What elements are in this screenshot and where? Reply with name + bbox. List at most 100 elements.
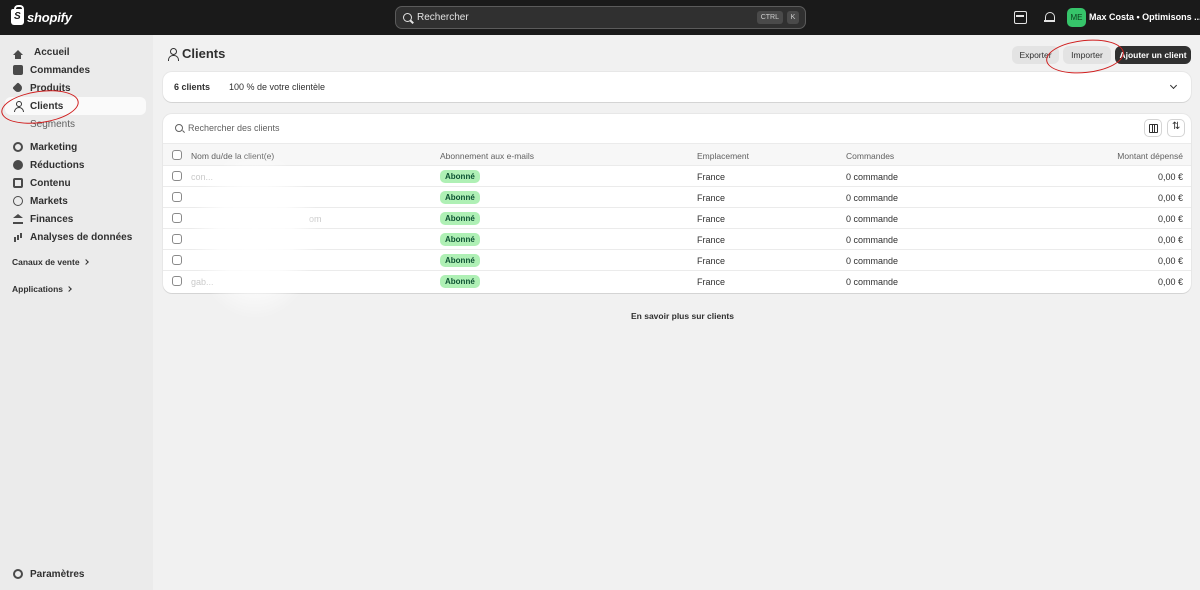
table-header: Nom du/de la client(e) Abonnement aux e-… — [163, 143, 1191, 166]
table-row[interactable]: gab... Abonné France 0 commande 0,00 € — [163, 271, 1191, 292]
customer-count: 6 clients — [174, 82, 211, 92]
add-customer-button[interactable]: Ajouter un client — [1115, 46, 1191, 64]
row-checkbox[interactable] — [172, 171, 182, 181]
customer-spent: 0,00 € — [1157, 235, 1183, 245]
table-row[interactable]: Abonné France 0 commande 0,00 € — [163, 229, 1191, 250]
customer-spent: 0,00 € — [1157, 277, 1183, 287]
status-badge: Abonné — [440, 254, 480, 267]
sidebar-item-label: Clients — [30, 100, 64, 112]
sidebar-item-finances[interactable]: Finances — [5, 210, 146, 228]
sidebar-item-label: Analyses de données — [30, 231, 133, 243]
store-icon[interactable] — [1014, 11, 1027, 24]
status-badge: Abonné — [440, 233, 480, 246]
sidebar-item-segments[interactable]: Segments — [5, 115, 146, 133]
store-name[interactable]: Max Costa • Optimisons ... — [1089, 12, 1200, 22]
bell-icon[interactable] — [1043, 11, 1056, 24]
customer-orders: 0 commande — [846, 256, 899, 266]
logo-text: shopify — [27, 9, 72, 25]
sales-channels-link[interactable]: Canaux de vente — [12, 257, 89, 267]
sidebar-item-label: Accueil — [34, 46, 70, 58]
page-title: Clients — [182, 46, 226, 61]
customer-percentage: 100 % de votre clientèle — [229, 82, 326, 92]
column-header-orders[interactable]: Commandes — [846, 151, 894, 161]
chevron-right-icon — [66, 286, 72, 292]
customer-orders: 0 commande — [846, 214, 899, 224]
search-icon — [175, 124, 183, 132]
status-badge: Abonné — [440, 212, 480, 225]
sort-icon[interactable] — [1167, 119, 1185, 137]
global-search-input[interactable]: Rechercher CTRL K — [395, 6, 806, 29]
column-header-location[interactable]: Emplacement — [697, 151, 749, 161]
content-icon — [13, 178, 23, 188]
sidebar-item-label: Contenu — [30, 177, 71, 189]
chevron-down-icon[interactable] — [1164, 77, 1184, 97]
status-badge: Abonné — [440, 170, 480, 183]
table-row[interactable]: om Abonné France 0 commande 0,00 € — [163, 208, 1191, 229]
customer-name[interactable]: gab... — [191, 277, 214, 287]
columns-icon[interactable] — [1144, 119, 1162, 137]
customer-orders: 0 commande — [846, 277, 899, 287]
gear-icon — [13, 569, 23, 579]
sidebar-item-commandes[interactable]: Commandes — [5, 61, 146, 79]
home-icon — [13, 49, 23, 59]
sidebar-item-marketing[interactable]: Marketing — [5, 138, 146, 156]
sidebar-item-label: Commandes — [30, 64, 91, 76]
import-button[interactable]: Importer — [1063, 46, 1111, 64]
customer-spent: 0,00 € — [1157, 193, 1183, 203]
sidebar-item-contenu[interactable]: Contenu — [5, 174, 146, 192]
tag-icon — [12, 82, 24, 94]
column-header-spent[interactable]: Montant dépensé — [1117, 151, 1183, 161]
shortcut-ctrl: CTRL — [756, 11, 783, 24]
sidebar-item-label: Finances — [30, 213, 74, 225]
sidebar-item-label: Marketing — [30, 141, 78, 153]
person-icon — [168, 47, 179, 61]
page-header: Clients — [168, 46, 225, 61]
sidebar-item-clients[interactable]: Clients — [5, 97, 146, 115]
applications-link[interactable]: Applications — [12, 284, 72, 294]
sidebar-item-accueil[interactable]: Accueil — [5, 43, 146, 61]
customer-name[interactable]: con... — [191, 172, 213, 182]
sidebar-item-produits[interactable]: Produits — [5, 79, 146, 97]
customer-location: France — [697, 172, 726, 182]
export-button[interactable]: Exporter — [1012, 46, 1059, 64]
customers-table: Rechercher des clients Nom du/de la clie… — [163, 114, 1191, 293]
customer-search-input[interactable]: Rechercher des clients — [175, 123, 280, 133]
sidebar-item-markets[interactable]: Markets — [5, 192, 146, 210]
sidebar-item-reductions[interactable]: Réductions — [5, 156, 146, 174]
customer-search-placeholder: Rechercher des clients — [188, 123, 280, 133]
row-checkbox[interactable] — [172, 255, 182, 265]
row-checkbox[interactable] — [172, 234, 182, 244]
sidebar-item-settings[interactable]: Paramètres — [5, 565, 146, 583]
globe-icon — [13, 196, 23, 206]
inbox-icon — [13, 65, 23, 75]
row-checkbox[interactable] — [172, 276, 182, 286]
shopify-logo[interactable]: shopify — [11, 5, 72, 25]
table-row[interactable]: con... Abonné France 0 commande 0,00 € — [163, 166, 1191, 187]
column-header-subscription[interactable]: Abonnement aux e-mails — [440, 151, 534, 161]
customer-spent: 0,00 € — [1157, 172, 1183, 182]
customer-location: France — [697, 214, 726, 224]
avatar[interactable]: ME — [1067, 8, 1086, 27]
sidebar-item-label: Paramètres — [30, 568, 85, 580]
status-badge: Abonné — [440, 191, 480, 204]
table-row[interactable]: Abonné France 0 commande 0,00 € — [163, 187, 1191, 208]
customer-location: France — [697, 277, 726, 287]
status-badge: Abonné — [440, 275, 480, 288]
bank-icon — [13, 214, 23, 224]
chevron-right-icon — [82, 259, 89, 265]
row-checkbox[interactable] — [172, 192, 182, 202]
customer-name[interactable]: om — [309, 214, 322, 224]
customer-orders: 0 commande — [846, 193, 899, 203]
learn-more-link[interactable]: En savoir plus sur clients — [631, 311, 734, 321]
customer-location: France — [697, 193, 726, 203]
discount-icon — [13, 160, 23, 170]
select-all-checkbox[interactable] — [172, 150, 182, 160]
target-icon — [13, 142, 23, 152]
sidebar-item-analyses[interactable]: Analyses de données — [5, 228, 146, 246]
stats-bar: 6 clients 100 % de votre clientèle — [163, 72, 1191, 102]
row-checkbox[interactable] — [172, 213, 182, 223]
sidebar-item-label: Produits — [30, 82, 71, 94]
customer-spent: 0,00 € — [1157, 256, 1183, 266]
column-header-name[interactable]: Nom du/de la client(e) — [191, 151, 274, 161]
table-row[interactable]: Abonné France 0 commande 0,00 € — [163, 250, 1191, 271]
